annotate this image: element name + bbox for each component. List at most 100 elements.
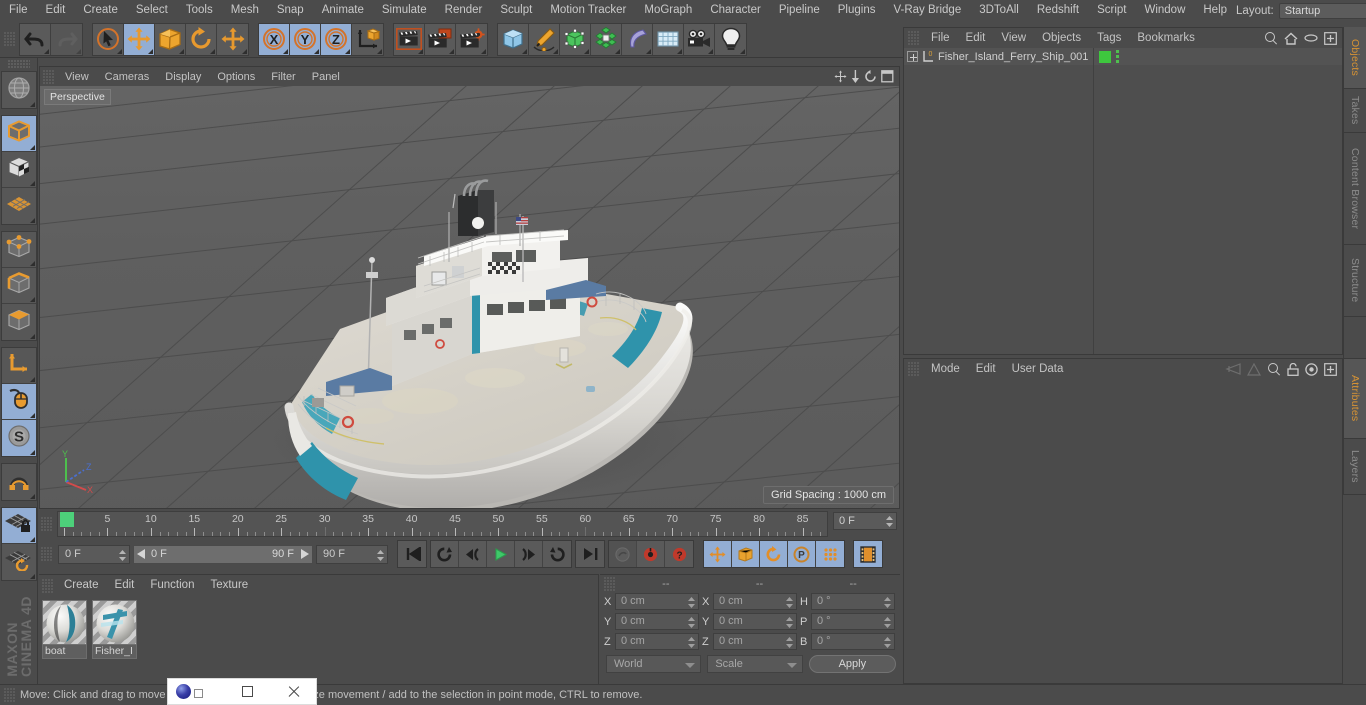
menu-item-display[interactable]: Display <box>157 71 209 83</box>
render-view-button[interactable] <box>394 23 425 55</box>
viewport-solo-button[interactable] <box>1 384 36 420</box>
size-z-field[interactable]: 0 cm <box>713 633 797 650</box>
go-to-start-button[interactable] <box>398 541 426 567</box>
menu-item-function[interactable]: Function <box>142 575 202 596</box>
model-mode-button[interactable] <box>1 116 36 152</box>
play-forward-loop-button[interactable] <box>543 541 571 567</box>
rotation-h-field[interactable]: 0 ° <box>811 593 895 610</box>
edges-mode-button[interactable] <box>1 268 36 304</box>
menu-item-create[interactable]: Create <box>56 575 107 596</box>
enable-snap-button[interactable]: S <box>1 420 36 456</box>
menu-item-window[interactable]: Window <box>1135 0 1194 21</box>
menu-item-view[interactable]: View <box>57 71 97 83</box>
side-tab-structure[interactable]: Structure <box>1343 245 1366 317</box>
restore-icon[interactable] <box>194 689 203 698</box>
spinner-arrows-icon[interactable] <box>688 617 695 628</box>
side-tab-attributes[interactable]: Attributes <box>1343 359 1366 439</box>
apply-button[interactable]: Apply <box>808 655 896 673</box>
redo-button[interactable] <box>51 23 82 55</box>
close-button[interactable] <box>270 678 316 705</box>
menu-item-options[interactable]: Options <box>209 71 263 83</box>
record-position-button[interactable] <box>704 541 732 567</box>
add-nurbs-button[interactable] <box>560 23 591 55</box>
home-icon[interactable] <box>1284 32 1298 45</box>
magnet-tool-button[interactable] <box>1 464 36 500</box>
add-array-button[interactable] <box>591 23 622 55</box>
menu-item-v-ray-bridge[interactable]: V-Ray Bridge <box>884 0 970 21</box>
polygons-mode-button[interactable] <box>1 304 36 340</box>
add-cube-button[interactable] <box>498 23 529 55</box>
menu-item-mode[interactable]: Mode <box>923 363 968 375</box>
toolbar-gripper[interactable] <box>4 32 15 46</box>
record-active-objects-button[interactable] <box>637 541 665 567</box>
record-pla-button[interactable]: P <box>788 541 816 567</box>
position-y-field[interactable]: 0 cm <box>615 613 699 630</box>
spinner-arrows-icon[interactable] <box>119 549 126 561</box>
menu-item-tags[interactable]: Tags <box>1089 32 1129 44</box>
record-point-level-button[interactable] <box>816 541 844 567</box>
record-rotation-button[interactable] <box>760 541 788 567</box>
menu-item-character[interactable]: Character <box>701 0 770 21</box>
side-tab-takes[interactable]: Takes <box>1343 89 1366 133</box>
transport-gripper[interactable] <box>41 547 52 561</box>
points-mode-button[interactable] <box>1 232 36 268</box>
previous-frame-button[interactable] <box>459 541 487 567</box>
visibility-tag-icon[interactable] <box>1099 50 1111 63</box>
spinner-arrows-icon[interactable] <box>688 597 695 608</box>
timeline-settings-button[interactable] <box>854 541 882 567</box>
lock-z-axis-button[interactable]: Z <box>321 23 352 55</box>
menu-item-mograph[interactable]: MoGraph <box>635 0 701 21</box>
material-preview[interactable] <box>92 600 137 645</box>
size-mode-dropdown[interactable]: Scale <box>707 655 803 673</box>
side-tab-content-browser[interactable]: Content Browser <box>1343 133 1366 245</box>
play-forwards-button[interactable] <box>487 541 515 567</box>
attribute-manager-gripper[interactable] <box>908 362 919 376</box>
menu-item-edit[interactable]: Edit <box>968 363 1004 375</box>
menu-item-pipeline[interactable]: Pipeline <box>770 0 829 21</box>
menu-item-plugins[interactable]: Plugins <box>829 0 885 21</box>
menu-item-select[interactable]: Select <box>127 0 177 21</box>
side-tab-layers[interactable]: Layers <box>1343 439 1366 495</box>
back-arrow-icon[interactable] <box>1219 363 1241 375</box>
material-item[interactable]: Fisher_I <box>92 600 137 659</box>
record-scale-button[interactable] <box>732 541 760 567</box>
workplane-mode-button[interactable] <box>1 188 36 224</box>
left-palette-gripper[interactable] <box>7 60 30 69</box>
ferry-ship-model[interactable] <box>40 86 899 508</box>
spinner-arrows-icon[interactable] <box>884 617 891 628</box>
menu-item-edit[interactable]: Edit <box>37 0 75 21</box>
tag-dots-icon[interactable] <box>1116 50 1119 63</box>
menu-item-help[interactable]: Help <box>1194 0 1236 21</box>
workplane-rotate-button[interactable] <box>1 544 36 580</box>
menu-item-sculpt[interactable]: Sculpt <box>491 0 541 21</box>
material-list[interactable]: boat Fisher_I <box>39 596 598 663</box>
menu-item-animate[interactable]: Animate <box>313 0 373 21</box>
current-frame-field[interactable]: 0 F <box>58 544 130 564</box>
render-settings-button[interactable] <box>456 23 487 55</box>
autokeying-button[interactable] <box>609 541 637 567</box>
viewport-gripper[interactable] <box>43 69 54 84</box>
up-arrow-icon[interactable] <box>1247 362 1261 376</box>
object-tag-area[interactable] <box>1094 48 1342 354</box>
play-backwards-loop-button[interactable] <box>431 541 459 567</box>
lock-y-axis-button[interactable]: Y <box>290 23 321 55</box>
menu-item-mesh[interactable]: Mesh <box>222 0 268 21</box>
position-z-field[interactable]: 0 cm <box>615 633 699 650</box>
texture-mode-button[interactable] <box>1 152 36 188</box>
object-tag-row[interactable] <box>1094 48 1342 65</box>
object-axis-mode-button[interactable] <box>1 348 36 384</box>
menu-item-cameras[interactable]: Cameras <box>97 71 158 83</box>
viewport-canvas[interactable]: Perspective Grid Spacing : 1000 cm Y X Z <box>40 86 899 508</box>
menu-item-file[interactable]: File <box>923 32 958 44</box>
add-camera-button[interactable] <box>684 23 715 55</box>
expand-toggle-icon[interactable] <box>907 51 918 62</box>
spinner-arrows-icon[interactable] <box>786 617 793 628</box>
coordinates-gripper[interactable] <box>604 576 615 591</box>
object-row[interactable]: 0 Fisher_Island_Ferry_Ship_001 <box>904 48 1093 65</box>
pan-icon[interactable] <box>834 70 847 83</box>
workplane-lock-button[interactable] <box>1 508 36 544</box>
current-frame-field-right[interactable]: 0 F <box>833 512 897 530</box>
spinner-arrows-icon[interactable] <box>377 549 384 561</box>
menu-item-3dtoall[interactable]: 3DToAll <box>970 0 1028 21</box>
preview-range-slider[interactable]: 0 F 90 F <box>133 544 313 564</box>
